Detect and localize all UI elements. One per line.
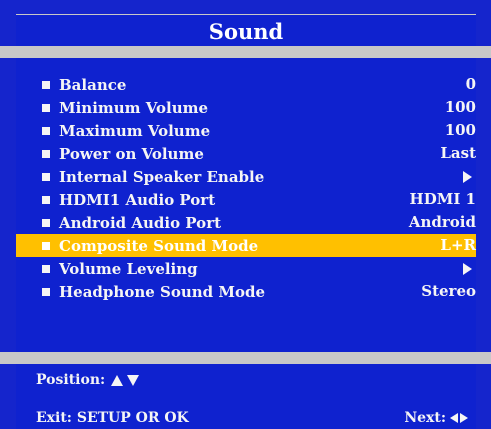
menu-item-label: Composite Sound Mode: [59, 236, 259, 255]
menu-title: Sound: [16, 14, 476, 48]
menu-item-composite-sound-mode[interactable]: Composite Sound Mode L+R: [16, 234, 476, 257]
menu-item-label: Balance: [59, 75, 127, 94]
menu-item-maximum-volume[interactable]: Maximum Volume 100: [16, 119, 476, 142]
menu-item-internal-speaker-enable[interactable]: Internal Speaker Enable: [16, 165, 476, 188]
menu-item-label: Volume Leveling: [59, 259, 198, 278]
menu-item-value: Stereo: [421, 282, 476, 300]
arrow-down-icon: [127, 374, 140, 386]
exit-hint: Exit: SETUP OR OK: [36, 410, 189, 426]
bullet-icon: [42, 80, 50, 89]
menu-item-value: L+R: [440, 236, 476, 254]
left-frame: [0, 58, 16, 352]
footer-help: Position: Exit: SETUP OR OK Next:: [16, 364, 476, 429]
right-frame: [476, 58, 491, 352]
footer-right-frame: [476, 364, 491, 429]
position-label: Position:: [36, 372, 106, 388]
menu-item-label: Internal Speaker Enable: [59, 167, 265, 186]
menu-item-label: Minimum Volume: [59, 98, 209, 117]
menu-item-label: Power on Volume: [59, 144, 204, 163]
bottom-separator: [0, 352, 491, 364]
menu-item-label: Maximum Volume: [59, 121, 211, 140]
bullet-icon: [42, 195, 50, 204]
menu-item-value: 100: [444, 98, 476, 116]
sound-osd-menu: Sound Balance 0 Minimum Volume 100 Maxim…: [0, 0, 491, 429]
menu-list: Balance 0 Minimum Volume 100 Maximum Vol…: [16, 73, 476, 303]
menu-item-minimum-volume[interactable]: Minimum Volume 100: [16, 96, 476, 119]
next-label: Next:: [404, 410, 446, 426]
menu-panel: Balance 0 Minimum Volume 100 Maximum Vol…: [16, 58, 476, 352]
menu-item-value: Last: [440, 144, 476, 162]
arrow-up-icon: [111, 374, 124, 386]
menu-item-volume-leveling[interactable]: Volume Leveling: [16, 257, 476, 280]
bullet-icon: [42, 287, 50, 296]
bullet-icon: [42, 218, 50, 227]
bullet-icon: [42, 264, 50, 273]
bullet-icon: [42, 149, 50, 158]
menu-item-value: 0: [465, 75, 476, 93]
menu-item-headphone-sound-mode[interactable]: Headphone Sound Mode Stereo: [16, 280, 476, 303]
menu-item-android-audio-port[interactable]: Android Audio Port Android: [16, 211, 476, 234]
menu-item-value: Android: [408, 213, 476, 231]
menu-item-hdmi1-audio-port[interactable]: HDMI1 Audio Port HDMI 1: [16, 188, 476, 211]
arrow-right-icon: [460, 413, 468, 423]
menu-item-label: Headphone Sound Mode: [59, 282, 265, 301]
menu-item-value: [463, 165, 476, 188]
submenu-arrow-icon: [463, 171, 472, 183]
footer-left-frame: [0, 364, 16, 429]
bullet-icon: [42, 126, 50, 135]
bullet-icon: [42, 172, 50, 181]
bullet-icon: [42, 241, 50, 250]
menu-item-value: 100: [444, 121, 476, 139]
bullet-icon: [42, 103, 50, 112]
next-hint: Next:: [404, 410, 468, 426]
position-hint: Position:: [36, 372, 140, 388]
arrow-left-icon: [450, 413, 458, 423]
menu-item-balance[interactable]: Balance 0: [16, 73, 476, 96]
submenu-arrow-icon: [463, 263, 472, 275]
menu-item-power-on-volume[interactable]: Power on Volume Last: [16, 142, 476, 165]
top-separator: [0, 46, 491, 58]
menu-item-value: [463, 257, 476, 280]
menu-item-value: HDMI 1: [409, 190, 476, 208]
